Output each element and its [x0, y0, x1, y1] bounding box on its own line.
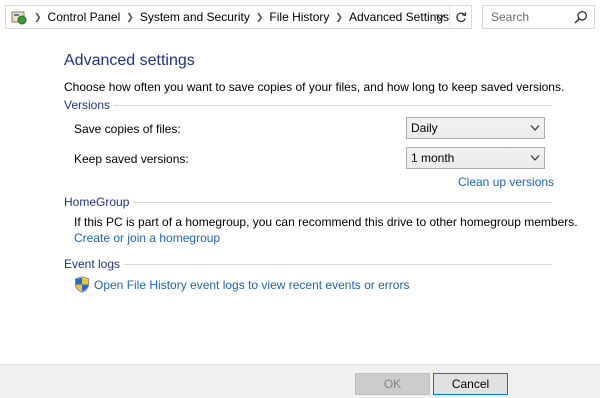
cancel-button[interactable]: Cancel [433, 373, 508, 395]
chevron-down-icon [435, 14, 445, 20]
chevron-down-icon [530, 125, 540, 131]
homegroup-description: If this PC is part of a homegroup, you c… [74, 215, 578, 229]
address-bar[interactable]: ❯ Control Panel ❯ System and Security ❯ … [5, 5, 472, 29]
address-history-dropdown[interactable] [433, 9, 447, 25]
search-input[interactable]: Search [482, 5, 595, 29]
breadcrumb-separator[interactable]: ❯ [34, 12, 42, 23]
open-event-logs-link[interactable]: Open File History event logs to view rec… [94, 278, 409, 292]
event-logs-heading: Event logs [64, 257, 125, 271]
refresh-button[interactable] [449, 6, 471, 28]
breadcrumb-separator[interactable]: ❯ [256, 12, 264, 23]
homegroup-divider [64, 202, 552, 203]
keep-versions-label: Keep saved versions: [74, 152, 189, 166]
breadcrumb-separator[interactable]: ❯ [335, 12, 343, 23]
breadcrumb-control-panel[interactable]: Control Panel [48, 10, 121, 24]
versions-heading: Versions [64, 98, 115, 112]
breadcrumb-file-history[interactable]: File History [269, 10, 329, 24]
breadcrumb-separator[interactable]: ❯ [126, 12, 134, 23]
clean-up-versions-link[interactable]: Clean up versions [458, 175, 554, 189]
keep-versions-value: 1 month [411, 151, 455, 165]
control-panel-icon [10, 8, 28, 26]
save-copies-select[interactable]: Daily [406, 117, 545, 139]
address-bar-row: ❯ Control Panel ❯ System and Security ❯ … [0, 0, 600, 33]
search-icon[interactable] [574, 10, 588, 24]
search-placeholder: Search [491, 10, 530, 24]
event-logs-divider [64, 264, 552, 265]
shield-icon [75, 276, 89, 293]
ok-button[interactable]: OK [355, 373, 430, 395]
chevron-down-icon [530, 155, 540, 161]
page-subtitle: Choose how often you want to save copies… [64, 80, 565, 94]
keep-versions-select[interactable]: 1 month [406, 147, 545, 169]
homegroup-heading: HomeGroup [64, 195, 134, 209]
dialog-footer: OK Cancel [0, 364, 600, 398]
page-title: Advanced settings [64, 52, 195, 69]
breadcrumb-system-and-security[interactable]: System and Security [140, 10, 250, 24]
save-copies-value: Daily [411, 121, 438, 135]
create-join-homegroup-link[interactable]: Create or join a homegroup [74, 231, 220, 245]
save-copies-label: Save copies of files: [74, 122, 181, 136]
refresh-icon [455, 12, 466, 23]
versions-divider [64, 105, 552, 106]
